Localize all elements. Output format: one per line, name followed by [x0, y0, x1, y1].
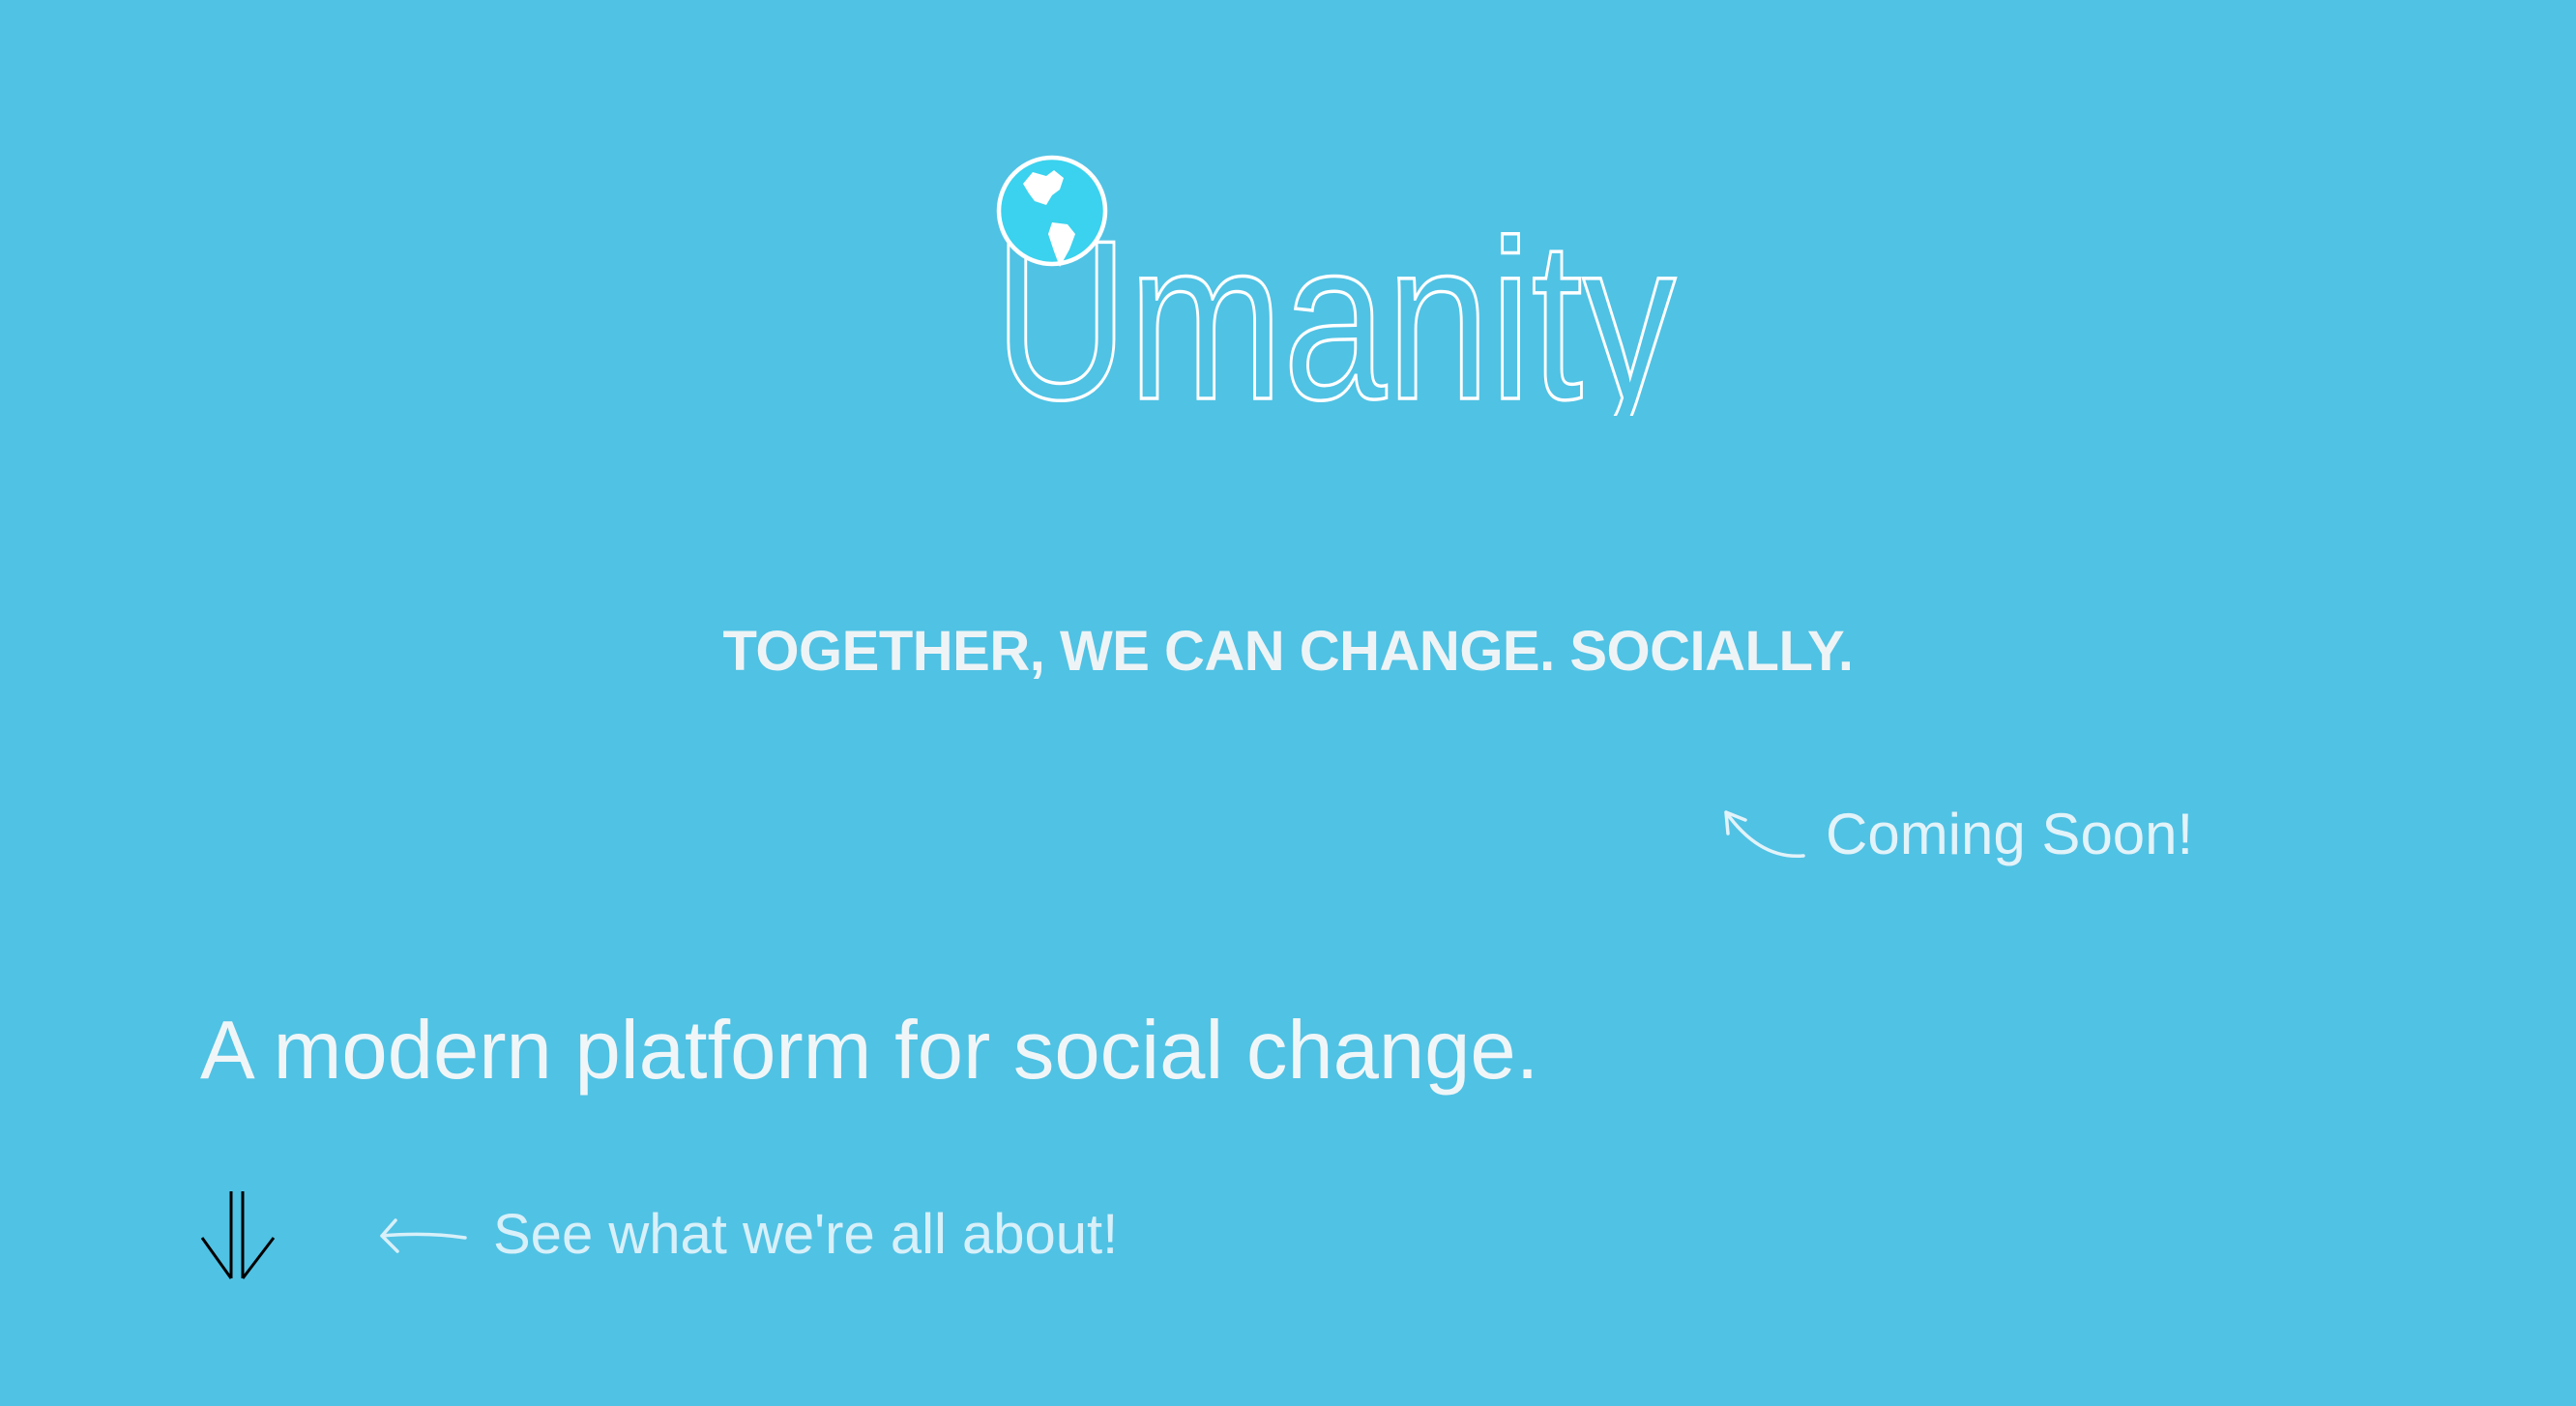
headline: A modern platform for social change. — [200, 1005, 1539, 1097]
left-arrow-icon — [380, 1218, 467, 1253]
scroll-cta-link[interactable]: See what we're all about! — [493, 1202, 1118, 1267]
coming-soon-label: Coming Soon! — [1826, 802, 2194, 866]
curved-arrow-icon — [1724, 810, 1805, 859]
umanity-logo[interactable]: Umanity — [977, 145, 1712, 416]
globe-icon — [996, 155, 1108, 267]
double-down-arrow-icon[interactable] — [198, 1189, 278, 1280]
tagline: TOGETHER, WE CAN CHANGE. SOCIALLY. — [722, 620, 1854, 683]
